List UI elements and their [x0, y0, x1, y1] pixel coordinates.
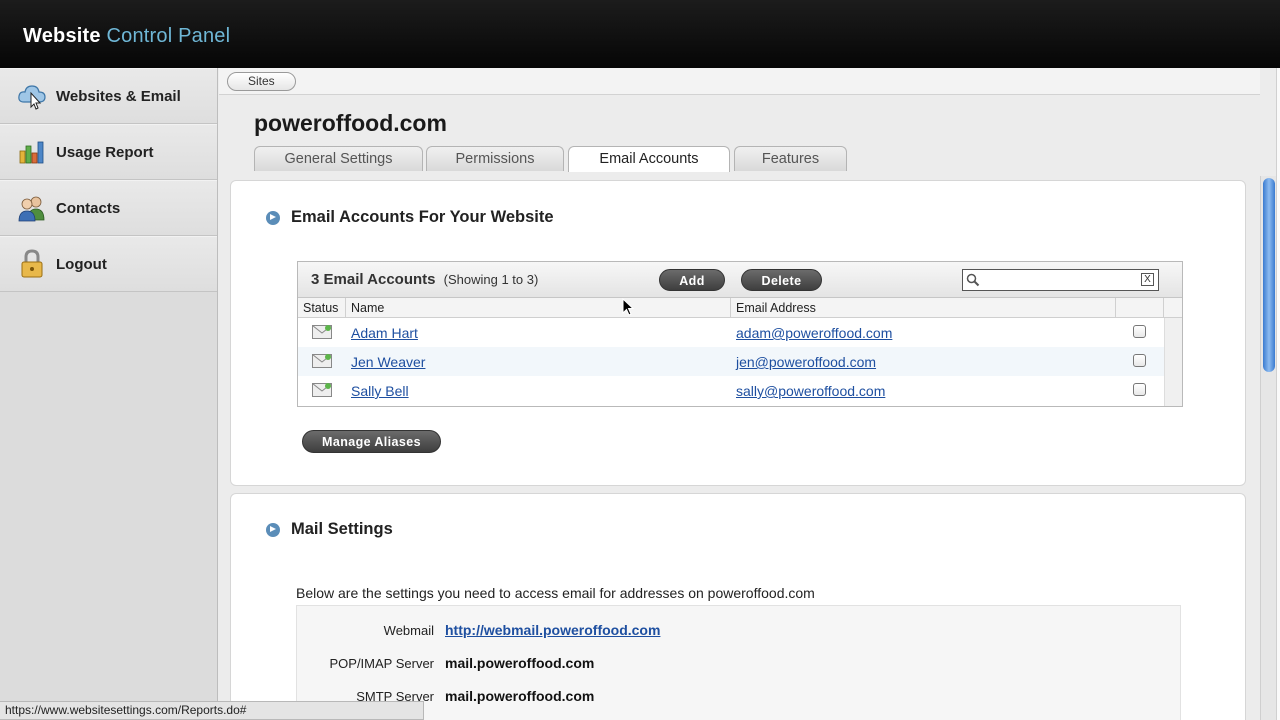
sidebar-item-usage-report[interactable]: Usage Report: [0, 124, 217, 180]
setting-row-pop-imap: POP/IMAP Server mail.poweroffood.com: [297, 653, 1182, 675]
sidebar-item-contacts[interactable]: Contacts: [0, 180, 217, 236]
sidebar: Websites & Email Usage Report Contacts L…: [0, 68, 218, 720]
showing-label: (Showing 1 to 3): [443, 272, 539, 287]
account-count: 3 Email Accounts (Showing 1 to 3): [311, 271, 538, 288]
setting-row-webmail: Webmail http://webmail.poweroffood.com: [297, 620, 1182, 642]
sidebar-item-label: Logout: [56, 255, 107, 273]
bar-chart-icon: [17, 137, 47, 167]
table-row: Sally Bell sally@poweroffood.com: [298, 376, 1164, 405]
row-checkbox[interactable]: [1133, 354, 1146, 367]
padlock-icon: [17, 249, 47, 279]
search-icon: [966, 273, 980, 287]
setting-key: Webmail: [383, 623, 434, 638]
table-row: Jen Weaver jen@poweroffood.com: [298, 347, 1164, 376]
manage-aliases-button[interactable]: Manage Aliases: [302, 430, 441, 453]
table-scrollbar[interactable]: [1164, 318, 1182, 406]
add-button[interactable]: Add: [659, 269, 725, 291]
search-input[interactable]: [981, 272, 1136, 288]
webmail-link[interactable]: http://webmail.poweroffood.com: [445, 622, 660, 638]
row-checkbox[interactable]: [1133, 325, 1146, 338]
envelope-status-icon: [312, 354, 332, 368]
sidebar-item-websites-email[interactable]: Websites & Email: [0, 68, 217, 124]
column-header-select: [1116, 298, 1164, 318]
mail-settings-panel: Mail Settings Below are the settings you…: [230, 493, 1246, 720]
mail-settings-intro: Below are the settings you need to acces…: [296, 585, 815, 601]
section-title: Mail Settings: [291, 520, 393, 538]
arrow-bullet-icon: [266, 210, 280, 225]
search-box: X: [962, 269, 1159, 291]
mail-settings-list: Webmail http://webmail.poweroffood.com P…: [296, 605, 1181, 720]
column-header-spacer: [1164, 298, 1182, 318]
app-title: Website Control Panel: [23, 25, 230, 48]
clear-search-button[interactable]: X: [1141, 273, 1154, 286]
sidebar-item-label: Websites & Email: [56, 87, 181, 105]
account-name-link[interactable]: Sally Bell: [351, 383, 409, 399]
arrow-bullet-icon: [266, 522, 280, 537]
email-accounts-panel: Email Accounts For Your Website 3 Email …: [230, 180, 1246, 486]
account-name-link[interactable]: Adam Hart: [351, 325, 418, 341]
window-edge: [1276, 68, 1280, 720]
envelope-status-icon: [312, 383, 332, 397]
sidebar-item-logout[interactable]: Logout: [0, 236, 217, 292]
breadcrumb: Sites: [219, 68, 1260, 95]
section-heading: Email Accounts For Your Website: [266, 208, 554, 227]
column-header-email[interactable]: Email Address: [731, 298, 1116, 318]
row-checkbox[interactable]: [1133, 383, 1146, 396]
setting-value: mail.poweroffood.com: [445, 655, 595, 671]
delete-button[interactable]: Delete: [741, 269, 822, 291]
mouse-cursor-icon: [622, 298, 634, 316]
account-email-link[interactable]: jen@poweroffood.com: [736, 354, 876, 370]
section-title: Email Accounts For Your Website: [291, 208, 554, 226]
account-email-link[interactable]: adam@poweroffood.com: [736, 325, 892, 341]
top-header: Website Control Panel: [0, 0, 1280, 68]
page-scrollbar[interactable]: [1260, 176, 1276, 720]
table-row: Adam Hart adam@poweroffood.com: [298, 318, 1164, 347]
tab-features[interactable]: Features: [734, 146, 847, 171]
setting-row-smtp: SMTP Server mail.poweroffood.com: [297, 686, 1182, 708]
setting-value: mail.poweroffood.com: [445, 688, 595, 704]
page-title: poweroffood.com: [254, 110, 447, 136]
column-header-status[interactable]: Status: [298, 298, 346, 318]
sidebar-item-label: Contacts: [56, 199, 121, 217]
cloud-cursor-icon: [17, 81, 47, 111]
tab-email-accounts[interactable]: Email Accounts: [568, 146, 730, 172]
people-icon: [17, 193, 47, 223]
status-bar-url: https://www.websitesettings.com/Reports.…: [0, 701, 424, 720]
column-header-name[interactable]: Name: [346, 298, 731, 318]
email-accounts-table: 3 Email Accounts (Showing 1 to 3) Add De…: [297, 261, 1183, 407]
app-title-bold: Website: [23, 25, 101, 47]
scrollbar-thumb[interactable]: [1263, 178, 1275, 372]
tab-general-settings[interactable]: General Settings: [254, 146, 423, 171]
table-toolbar: 3 Email Accounts (Showing 1 to 3) Add De…: [298, 262, 1182, 298]
app-title-accent: Control Panel: [106, 25, 231, 47]
account-name-link[interactable]: Jen Weaver: [351, 354, 425, 370]
sidebar-item-label: Usage Report: [56, 143, 154, 161]
account-count-label: 3 Email Accounts: [311, 271, 436, 288]
setting-key: POP/IMAP Server: [329, 656, 434, 671]
breadcrumb-sites[interactable]: Sites: [227, 72, 296, 91]
envelope-status-icon: [312, 325, 332, 339]
tab-permissions[interactable]: Permissions: [426, 146, 564, 171]
main-content: Sites poweroffood.com General Settings P…: [219, 68, 1260, 720]
section-heading: Mail Settings: [266, 520, 393, 539]
account-email-link[interactable]: sally@poweroffood.com: [736, 383, 885, 399]
